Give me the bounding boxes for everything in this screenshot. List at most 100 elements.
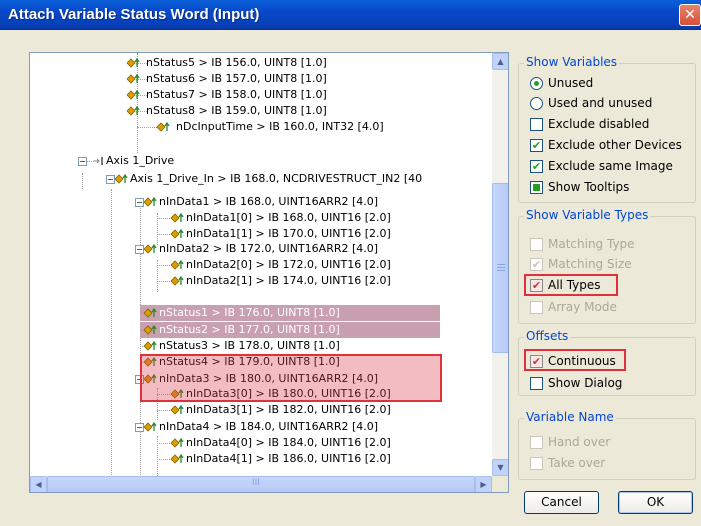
axis-icon	[92, 155, 106, 167]
input-variable-icon	[126, 57, 140, 69]
tree-row[interactable]: − nInData4 > IB 184.0, UINT16ARR2 [4.0]	[30, 419, 492, 435]
input-variable-icon	[170, 453, 184, 465]
tree-row-label: nStatus8 > IB 159.0, UINT8 [1.0]	[146, 104, 327, 117]
collapse-toggle-icon[interactable]: −	[78, 157, 87, 166]
input-variable-icon	[156, 121, 170, 133]
checkbox-icon	[530, 377, 543, 390]
tree-row[interactable]: − Axis 1_Drive_In > IB 168.0, NCDRIVESTRU…	[30, 171, 492, 187]
tree-content: nStatus5 > IB 156.0, UINT8 [1.0] nStatus6…	[30, 53, 492, 476]
input-variable-icon	[126, 89, 140, 101]
tree-row[interactable]: nStatus2 > IB 177.0, UINT8 [1.0]	[140, 322, 440, 338]
tree-row-label: nInData4 > IB 184.0, UINT16ARR2 [4.0]	[159, 420, 379, 433]
tree-row[interactable]: nStatus5 > IB 156.0, UINT8 [1.0]	[30, 55, 492, 71]
radio-selected-icon	[530, 77, 543, 90]
tree-row[interactable]: − nInData2 > IB 172.0, UINT16ARR2 [4.0]	[30, 241, 492, 257]
tree-row[interactable]: nInData4[1] > IB 186.0, UINT16 [2.0]	[30, 451, 492, 467]
tree-row-label: nInData4[1] > IB 186.0, UINT16 [2.0]	[186, 452, 391, 465]
vertical-scroll-thumb[interactable]	[492, 183, 508, 353]
tree-row-label: nStatus6 > IB 157.0, UINT8 [1.0]	[146, 72, 327, 85]
tree-row[interactable]: nStatus8 > IB 159.0, UINT8 [1.0]	[30, 103, 492, 119]
show-variable-types-title: Show Variable Types	[524, 208, 651, 222]
input-variable-icon	[143, 243, 157, 255]
tree-row[interactable]: − Axis 1_Drive	[30, 153, 492, 169]
tree-row[interactable]: nStatus3 > IB 178.0, UINT8 [1.0]	[30, 338, 492, 354]
vertical-scrollbar[interactable]: ▲ ▼	[492, 53, 508, 476]
tree-row[interactable]: − nInData1 > IB 168.0, UINT16ARR2 [4.0]	[30, 194, 492, 210]
tree-row-label: nStatus1 > IB 176.0, UINT8 [1.0]	[159, 306, 340, 319]
scroll-right-button[interactable]: ▶	[475, 476, 492, 492]
tree-row-label: Axis 1_Drive_In > IB 168.0, NCDRIVESTRUC…	[130, 172, 423, 185]
tree-row[interactable]: nInData1[1] > IB 170.0, UINT16 [2.0]	[30, 226, 492, 242]
tree-row-label: nStatus5 > IB 156.0, UINT8 [1.0]	[146, 56, 327, 69]
arrow-left-icon: ◀	[35, 480, 42, 489]
variable-tree[interactable]: nStatus5 > IB 156.0, UINT8 [1.0] nStatus6…	[29, 52, 509, 493]
input-variable-icon	[170, 437, 184, 449]
input-variable-icon	[114, 173, 128, 185]
tree-row-label: nDcInputTime > IB 160.0, INT32 [4.0]	[176, 120, 384, 133]
input-variable-icon	[143, 340, 157, 352]
tree-row[interactable]: nDcInputTime > IB 160.0, INT32 [4.0]	[30, 119, 492, 135]
checkbox-icon	[530, 118, 543, 131]
scroll-down-button[interactable]: ▼	[492, 459, 508, 476]
tree-row-label: nInData2 > IB 172.0, UINT16ARR2 [4.0]	[159, 242, 379, 255]
arrow-up-icon: ▲	[497, 57, 504, 66]
checkmark-icon: ✔	[530, 160, 543, 173]
title-bar: Attach Variable Status Word (Input) ✕	[0, 0, 701, 30]
cancel-button[interactable]: Cancel	[524, 491, 599, 514]
checkbox-icon	[530, 457, 543, 470]
all-types-highlight	[524, 274, 618, 296]
input-variable-icon	[143, 421, 157, 433]
input-variable-icon	[143, 324, 157, 336]
checkbox-icon	[530, 436, 543, 449]
input-variable-icon	[143, 307, 157, 319]
checkmark-icon: ✔	[530, 139, 543, 152]
show-variables-title: Show Variables	[524, 55, 620, 69]
input-variable-icon	[143, 196, 157, 208]
tree-row[interactable]: nInData2[0] > IB 172.0, UINT16 [2.0]	[30, 257, 492, 273]
tree-row-label: nStatus7 > IB 158.0, UINT8 [1.0]	[146, 88, 327, 101]
checkmark-icon: ✔	[530, 258, 543, 271]
tree-row[interactable]: nStatus7 > IB 158.0, UINT8 [1.0]	[30, 87, 492, 103]
tree-row-label: nInData1[1] > IB 170.0, UINT16 [2.0]	[186, 227, 391, 240]
grip-icon: III	[252, 478, 260, 488]
input-variable-icon	[170, 212, 184, 224]
input-variable-icon	[170, 259, 184, 271]
arrow-right-icon: ▶	[480, 480, 487, 489]
highlight-annotation	[140, 354, 442, 402]
checkbox-indeterminate-icon	[530, 181, 543, 194]
tree-row-label: nStatus3 > IB 178.0, UINT8 [1.0]	[159, 339, 340, 352]
tree-row[interactable]: nStatus6 > IB 157.0, UINT8 [1.0]	[30, 71, 492, 87]
variable-name-title: Variable Name	[524, 410, 616, 424]
scroll-up-button[interactable]: ▲	[492, 53, 508, 70]
input-variable-icon	[126, 105, 140, 117]
checkbox-icon	[530, 238, 543, 251]
tree-row[interactable]: nInData2[1] > IB 174.0, UINT16 [2.0]	[30, 273, 492, 289]
arrow-down-icon: ▼	[497, 463, 504, 472]
ok-button[interactable]: OK	[618, 491, 693, 514]
input-variable-icon	[170, 228, 184, 240]
tree-row-label: Axis 1_Drive	[106, 154, 175, 167]
tree-row-label: nInData2[0] > IB 172.0, UINT16 [2.0]	[186, 258, 391, 271]
close-icon: ✕	[684, 7, 696, 23]
radio-icon	[530, 97, 543, 110]
input-variable-icon	[126, 73, 140, 85]
horizontal-scrollbar[interactable]: ◀ III ▶	[30, 476, 492, 492]
horizontal-scroll-thumb[interactable]: III	[47, 476, 475, 492]
close-button[interactable]: ✕	[679, 4, 701, 26]
tree-row[interactable]: nStatus1 > IB 176.0, UINT8 [1.0]	[140, 305, 440, 321]
scroll-left-button[interactable]: ◀	[30, 476, 47, 492]
tree-row[interactable]: nInData4[0] > IB 184.0, UINT16 [2.0]	[30, 435, 492, 451]
continuous-highlight	[524, 349, 626, 371]
scroll-corner	[492, 476, 508, 492]
tree-row-label: nInData3[1] > IB 182.0, UINT16 [2.0]	[186, 403, 391, 416]
checkbox-icon	[530, 301, 543, 314]
tree-row-label: nInData4[0] > IB 184.0, UINT16 [2.0]	[186, 436, 391, 449]
offsets-title: Offsets	[524, 329, 571, 343]
window-title: Attach Variable Status Word (Input)	[8, 6, 260, 23]
tree-row-label: nStatus2 > IB 177.0, UINT8 [1.0]	[159, 323, 340, 336]
tree-row[interactable]: nInData1[0] > IB 168.0, UINT16 [2.0]	[30, 210, 492, 226]
tree-row[interactable]: nInData3[1] > IB 182.0, UINT16 [2.0]	[30, 402, 492, 418]
input-variable-icon	[170, 404, 184, 416]
input-variable-icon	[170, 275, 184, 287]
tree-row-label: nInData2[1] > IB 174.0, UINT16 [2.0]	[186, 274, 391, 287]
